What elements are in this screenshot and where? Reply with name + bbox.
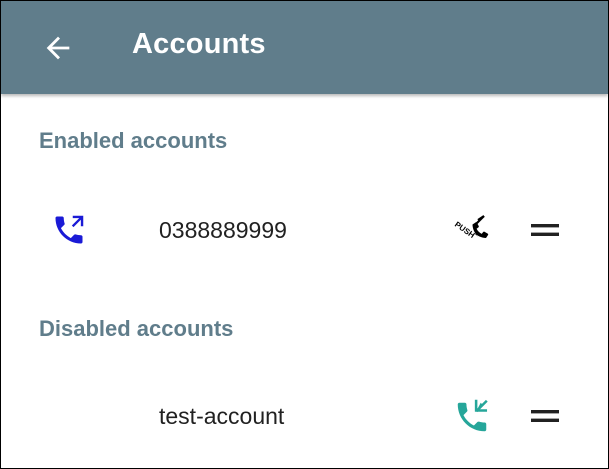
back-button[interactable] [41,31,75,65]
app-bar: Accounts [1,1,608,94]
page-title: Accounts [132,28,266,60]
account-type-icon [51,212,87,248]
svg-text:PUSH: PUSH [453,220,477,240]
account-row-0388889999[interactable]: 0388889999 PUSH [1,190,608,270]
push-icon: PUSH [453,215,489,240]
drag-handle-icon [531,224,559,236]
reorder-handle[interactable] [529,216,561,244]
phone-incoming-icon [457,399,488,432]
incoming-call-button[interactable] [453,398,491,436]
disabled-accounts-header: Disabled accounts [39,316,234,341]
enabled-accounts-header: Enabled accounts [39,128,228,153]
account-name: test-account [159,403,285,429]
reorder-handle[interactable] [529,402,561,430]
push-status-button[interactable]: PUSH [451,210,493,250]
arrow-left-icon [46,36,70,60]
account-name: 0388889999 [159,217,287,243]
account-row-test-account[interactable]: test-account [1,376,608,456]
drag-handle-icon [531,410,559,422]
accounts-screen: Accounts Enabled accounts 0388889999 PUS… [0,0,609,469]
phone-outgoing-icon [55,215,84,244]
